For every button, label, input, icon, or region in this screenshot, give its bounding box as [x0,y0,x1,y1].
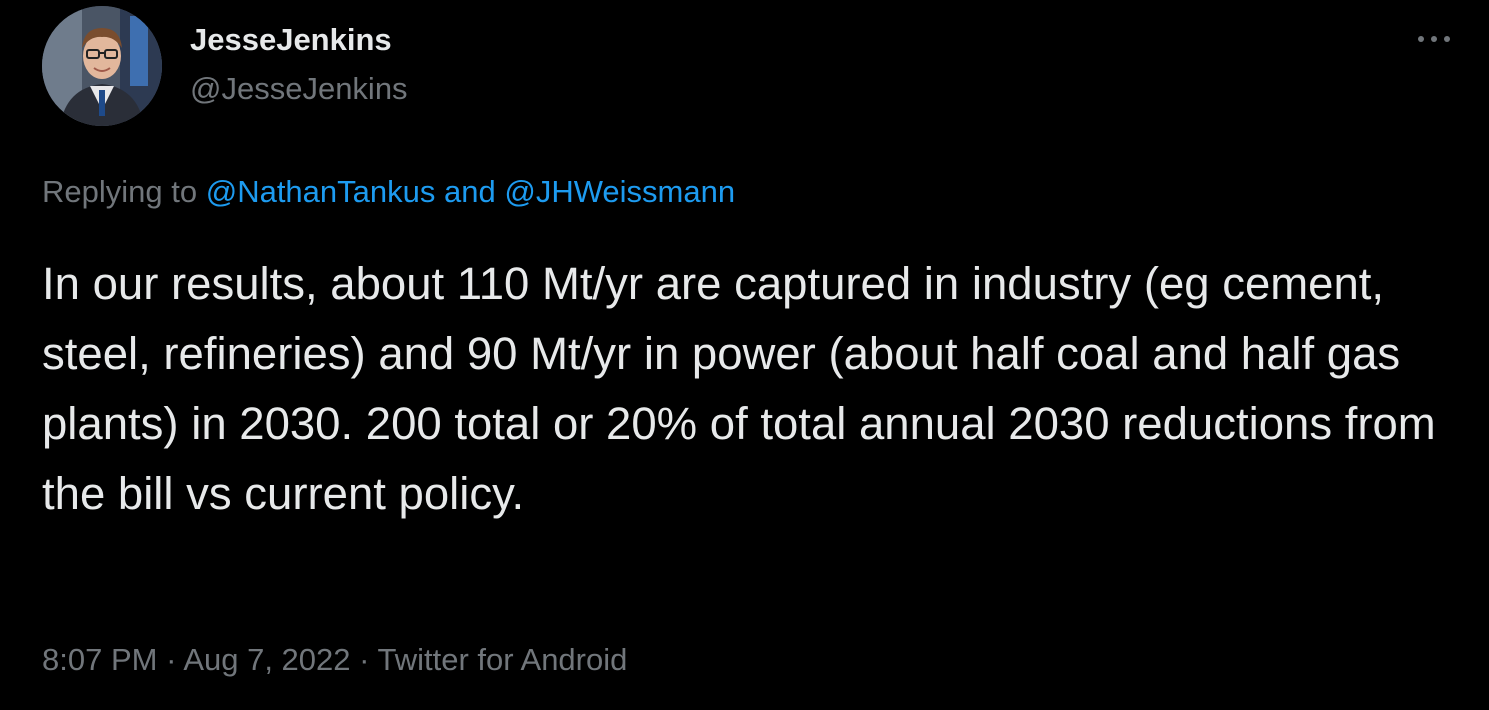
replying-to-line: Replying to @NathanTankus and @JHWeissma… [42,173,735,211]
replying-to-label: Replying to [42,174,198,209]
mention-link[interactable]: @JHWeissmann [504,174,735,209]
mention-link[interactable]: @NathanTankus [206,174,436,209]
profile-photo-icon [42,6,162,126]
more-horizontal-icon [1418,36,1424,42]
tweet-date[interactable]: Aug 7, 2022 [183,642,350,677]
author-avatar[interactable] [42,6,162,126]
tweet-text: In our results, about 110 Mt/yr are capt… [42,258,1436,519]
more-options-button[interactable] [1410,24,1458,54]
tweet-source[interactable]: Twitter for Android [378,642,628,677]
meta-separator: · [166,642,177,677]
tweet-card: JesseJenkins @JesseJenkins Replying to @… [0,0,1489,710]
author-display-name[interactable]: JesseJenkins [190,22,392,58]
tweet-metadata: 8:07 PM · Aug 7, 2022 · Twitter for Andr… [42,640,627,680]
meta-separator: · [359,642,370,677]
more-dot [1444,36,1450,42]
author-handle[interactable]: @JesseJenkins [190,71,408,107]
tweet-time[interactable]: 8:07 PM [42,642,157,677]
more-dot [1431,36,1437,42]
mention-joiner[interactable]: and [444,174,496,209]
